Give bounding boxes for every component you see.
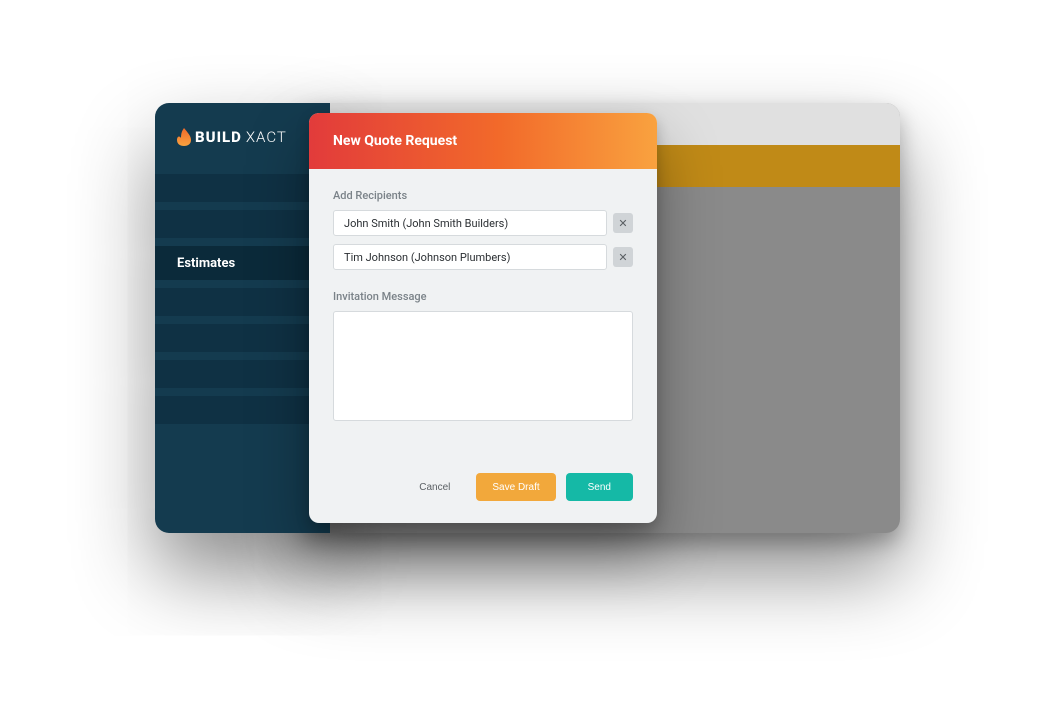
recipient-chip[interactable]: John Smith (John Smith Builders): [333, 210, 607, 236]
invitation-message-input[interactable]: [333, 311, 633, 421]
sidebar-item[interactable]: [155, 396, 330, 424]
close-icon: ✕: [618, 251, 627, 264]
message-label: Invitation Message: [333, 290, 633, 303]
send-button[interactable]: Send: [566, 473, 633, 501]
close-icon: ✕: [618, 217, 627, 230]
save-draft-button[interactable]: Save Draft: [476, 473, 555, 501]
cancel-button[interactable]: Cancel: [403, 473, 466, 501]
recipient-row: Tim Johnson (Johnson Plumbers) ✕: [333, 244, 633, 270]
recipient-name: John Smith (John Smith Builders): [344, 217, 508, 230]
sidebar: BUILDXACT Estimates: [155, 103, 330, 533]
recipient-remove-button[interactable]: ✕: [613, 213, 633, 233]
sidebar-item[interactable]: [155, 210, 330, 238]
flame-icon: [177, 128, 191, 146]
recipient-chip[interactable]: Tim Johnson (Johnson Plumbers): [333, 244, 607, 270]
modal-title: New Quote Request: [333, 133, 457, 149]
modal-body: Add Recipients John Smith (John Smith Bu…: [309, 169, 657, 455]
recipient-name: Tim Johnson (Johnson Plumbers): [344, 251, 510, 264]
recipients-label: Add Recipients: [333, 189, 633, 202]
sidebar-item[interactable]: [155, 360, 330, 388]
modal-footer: Cancel Save Draft Send: [309, 455, 657, 523]
new-quote-request-modal: New Quote Request Add Recipients John Sm…: [309, 113, 657, 523]
sidebar-item-label: Estimates: [177, 256, 235, 271]
sidebar-item[interactable]: [155, 288, 330, 316]
brand-text-a: BUILD: [195, 128, 242, 146]
recipient-remove-button[interactable]: ✕: [613, 247, 633, 267]
brand-text-b: XACT: [246, 128, 287, 146]
sidebar-item-estimates[interactable]: Estimates: [155, 246, 330, 280]
modal-header: New Quote Request: [309, 113, 657, 169]
sidebar-nav: Estimates: [155, 170, 330, 428]
recipient-row: John Smith (John Smith Builders) ✕: [333, 210, 633, 236]
message-section: Invitation Message: [333, 290, 633, 425]
brand-logo: BUILDXACT: [155, 103, 330, 170]
sidebar-item[interactable]: [155, 324, 330, 352]
sidebar-item[interactable]: [155, 174, 330, 202]
